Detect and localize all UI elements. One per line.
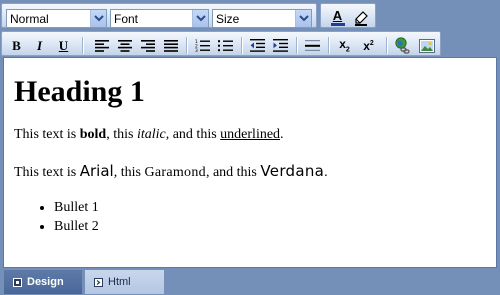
chevron-down-icon — [295, 10, 311, 27]
editor-content-area[interactable]: Heading 1 This text is bold, this italic… — [3, 57, 497, 268]
toolbar-separator — [186, 37, 187, 54]
chevron-down-icon — [90, 10, 106, 27]
superscript-icon: x2 — [363, 38, 374, 53]
color-toolbar: A — [320, 3, 376, 28]
underline-button[interactable]: U — [53, 35, 74, 56]
align-center-button[interactable] — [114, 35, 135, 56]
bold-button[interactable]: B — [6, 35, 27, 56]
bullet-list-icon — [218, 40, 233, 52]
bullet-list: Bullet 1 Bullet 2 — [54, 198, 496, 236]
justify-button[interactable] — [160, 35, 181, 56]
html-icon — [94, 277, 103, 287]
toolbar-separator — [386, 37, 387, 54]
align-right-icon — [140, 39, 155, 52]
garamond-text: Garamond — [144, 165, 206, 180]
image-icon — [418, 38, 435, 53]
numbered-list-icon: 1 2 3 — [195, 39, 210, 52]
rich-text-editor: Normal Font Size A B I U 1 2 3 x2 x2 Hea… — [0, 0, 500, 295]
toolbar-separator — [296, 37, 297, 54]
svg-text:3: 3 — [195, 48, 198, 52]
tab-html[interactable]: Html — [85, 270, 164, 294]
font-color-button[interactable]: A — [327, 7, 348, 28]
format-toolbar: Normal Font Size — [1, 3, 317, 28]
align-justify-icon — [163, 39, 178, 52]
underlined-text: underlined — [220, 127, 281, 142]
align-center-icon — [117, 39, 132, 52]
font-color-icon: A — [330, 9, 345, 26]
paragraph-font-samples: This text is Arial, this Garamond, and t… — [14, 162, 328, 180]
heading-1: Heading 1 — [14, 75, 145, 108]
paragraph-text-styles: This text is bold, this italic, and this… — [14, 127, 284, 142]
bullet-list-button[interactable] — [215, 35, 236, 56]
style-toolbar: B I U 1 2 3 x2 x2 — [1, 31, 441, 56]
size-select[interactable]: Size — [212, 9, 312, 28]
horizontal-rule-icon — [305, 40, 320, 51]
align-left-icon — [94, 39, 109, 52]
design-icon — [13, 277, 22, 287]
horizontal-rule-button[interactable] — [302, 35, 323, 56]
indent-button[interactable] — [270, 35, 291, 56]
font-select[interactable]: Font — [110, 9, 209, 28]
toolbar-separator — [328, 37, 329, 54]
arial-text: Arial — [79, 162, 114, 180]
align-left-button[interactable] — [91, 35, 112, 56]
subscript-icon: x2 — [339, 37, 350, 54]
align-right-button[interactable] — [137, 35, 158, 56]
list-item: Bullet 1 — [54, 198, 496, 217]
toolbar-separator — [82, 37, 83, 54]
insert-image-button[interactable] — [416, 35, 437, 56]
italic-button[interactable]: I — [29, 35, 50, 56]
toolbar-separator — [241, 37, 242, 54]
bold-text: bold — [79, 127, 107, 142]
highlight-button[interactable] — [350, 7, 371, 28]
list-item: Bullet 2 — [54, 217, 496, 236]
insert-link-button[interactable] — [392, 35, 413, 56]
tab-design[interactable]: Design — [4, 270, 82, 294]
numbered-list-button[interactable]: 1 2 3 — [192, 35, 213, 56]
outdent-button[interactable] — [247, 35, 268, 56]
verdana-text: Verdana — [260, 162, 325, 180]
format-select[interactable]: Normal — [6, 9, 107, 28]
chevron-down-icon — [192, 10, 208, 27]
mode-tabs: Design Html — [0, 268, 500, 295]
highlighter-icon — [354, 10, 368, 26]
superscript-button[interactable]: x2 — [358, 35, 379, 56]
outdent-icon — [250, 39, 265, 52]
link-icon — [395, 37, 410, 54]
subscript-button[interactable]: x2 — [334, 35, 355, 56]
indent-icon — [273, 39, 288, 52]
italic-text: italic — [136, 127, 166, 142]
